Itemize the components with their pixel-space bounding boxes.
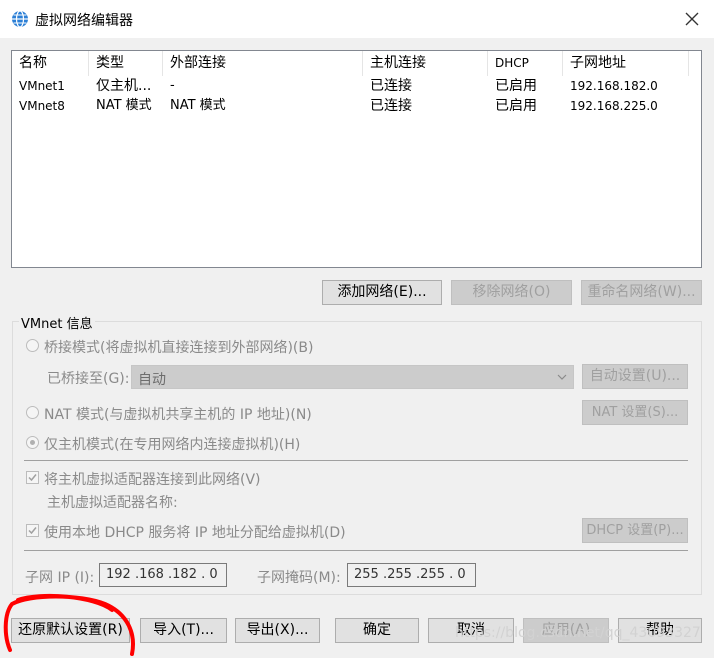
column-header-external[interactable]: 外部连接 <box>163 51 363 76</box>
connect-adapter-label: 将主机虚拟适配器连接到此网络(V) <box>44 472 261 488</box>
table-row[interactable]: VMnet1 仅主机... - 已连接 已启用 192.168.182.0 <box>12 76 701 96</box>
adapter-name-label: 主机虚拟适配器名称: <box>47 495 178 511</box>
window-title: 虚拟网络编辑器 <box>35 13 133 29</box>
chevron-down-icon <box>557 374 567 380</box>
column-header-host[interactable]: 主机连接 <box>363 51 488 76</box>
nat-label: NAT 模式(与虚拟机共享主机的 IP 地址)(N) <box>44 407 312 423</box>
watermark: https://blog.csdn.net/qq_43093327 <box>455 625 701 641</box>
checkmark-icon <box>28 474 37 482</box>
vmnet-info-group <box>12 321 702 595</box>
cell-host: 已连接 <box>370 78 412 94</box>
cell-name: VMnet8 <box>19 99 65 113</box>
subnet-mask-label: 子网掩码(M): <box>257 570 341 586</box>
rename-network-button[interactable]: 重命名网络(W)... <box>581 280 702 305</box>
connect-adapter-checkbox[interactable] <box>26 471 39 484</box>
ok-button[interactable]: 确定 <box>335 618 419 643</box>
cell-dhcp: 已启用 <box>495 78 537 94</box>
import-button[interactable]: 导入(T)... <box>140 618 227 643</box>
bridged-to-select[interactable]: 自动 <box>131 365 574 389</box>
add-network-button[interactable]: 添加网络(E)... <box>322 280 442 305</box>
bridged-label: 桥接模式(将虚拟机直接连接到外部网络)(B) <box>44 340 314 356</box>
close-button[interactable] <box>678 6 706 32</box>
column-header-name[interactable]: 名称 <box>12 51 89 76</box>
divider <box>24 550 688 551</box>
vmnet-info-title: VMnet 信息 <box>19 313 95 332</box>
red-annotation-circle <box>3 593 135 656</box>
network-list[interactable]: 名称 类型 外部连接 主机连接 DHCP 子网地址 VMnet1 仅主机... … <box>11 50 702 268</box>
cell-subnet: 192.168.182.0 <box>570 79 658 93</box>
divider <box>24 460 688 461</box>
cell-external: NAT 模式 <box>170 98 226 113</box>
dhcp-label: 使用本地 DHCP 服务将 IP 地址分配给虚拟机(D) <box>44 525 346 541</box>
cell-type: NAT 模式 <box>96 98 152 113</box>
cell-host: 已连接 <box>370 98 412 114</box>
cell-dhcp: 已启用 <box>495 98 537 114</box>
hostonly-radio[interactable] <box>26 436 39 449</box>
cell-subnet: 192.168.225.0 <box>570 99 658 113</box>
close-icon <box>685 12 699 26</box>
bridged-radio[interactable] <box>26 339 39 352</box>
nat-radio[interactable] <box>26 406 39 419</box>
dhcp-checkbox[interactable] <box>26 524 39 537</box>
auto-settings-button[interactable]: 自动设置(U)... <box>582 364 688 389</box>
globe-network-icon <box>12 10 28 28</box>
table-row[interactable]: VMnet8 NAT 模式 NAT 模式 已连接 已启用 192.168.225… <box>12 96 701 116</box>
bridged-to-value: 自动 <box>138 372 166 388</box>
cell-type: 仅主机... <box>96 78 152 94</box>
remove-network-button[interactable]: 移除网络(O) <box>451 280 572 305</box>
column-header-type[interactable]: 类型 <box>89 51 163 76</box>
subnet-ip-field[interactable]: 192 .168 .182 . 0 <box>99 563 227 587</box>
column-header-dhcp[interactable]: DHCP <box>488 51 563 76</box>
export-button[interactable]: 导出(X)... <box>235 618 320 643</box>
bridged-to-label: 已桥接至(G): <box>47 371 130 387</box>
hostonly-label: 仅主机模式(在专用网络内连接虚拟机)(H) <box>44 437 301 453</box>
subnet-ip-label: 子网 IP (I): <box>25 570 95 586</box>
checkmark-icon <box>28 527 37 535</box>
cell-name: VMnet1 <box>19 79 65 93</box>
dhcp-settings-button[interactable]: DHCP 设置(P)... <box>582 518 688 543</box>
cell-external: - <box>170 78 175 93</box>
nat-settings-button[interactable]: NAT 设置(S)... <box>582 400 688 425</box>
column-header-subnet[interactable]: 子网地址 <box>563 51 689 76</box>
subnet-mask-field[interactable]: 255 .255 .255 . 0 <box>347 563 476 587</box>
